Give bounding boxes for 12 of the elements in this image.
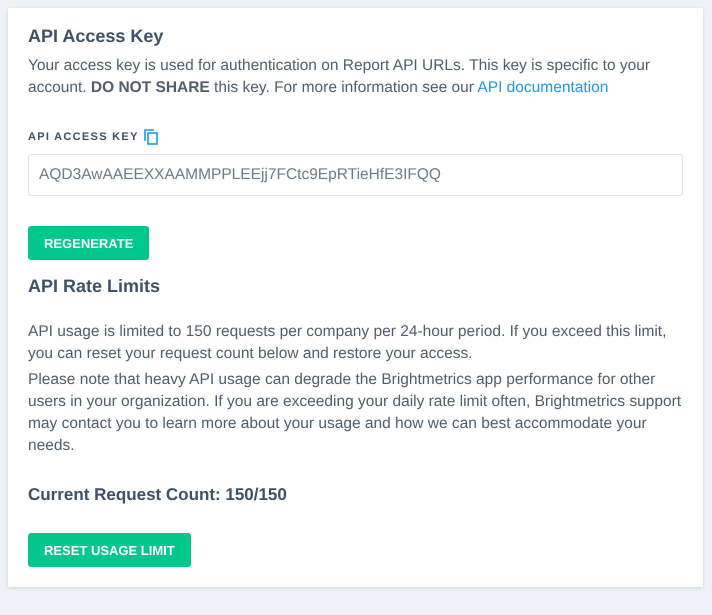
copy-icon[interactable] — [144, 129, 158, 145]
request-count: Current Request Count: 150/150 — [28, 485, 287, 505]
reset-button[interactable]: RESET USAGE LIMIT — [28, 533, 191, 567]
section-title: API Access Key — [28, 26, 164, 47]
section-title: API Rate Limits — [28, 276, 160, 297]
docs-link[interactable]: API documentation — [477, 79, 608, 96]
paragraph-text: API usage is limited to 150 requests per company per 24-hour period. If you exceed this limit, you can reset your request count below and restore your access. — [28, 322, 668, 364]
regenerate-button[interactable]: REGENERATE — [28, 226, 150, 260]
field-label: API ACCESS KEY — [28, 131, 139, 143]
description-text: Your access key is used for authentication on Report API URLs. This key is specific to your account. DO NOT SHARE this key. For more information see our API documentation — [28, 56, 652, 98]
paragraph-text: Please note that heavy API usage can degrade the Brightmetrics app performance for other users in your organization. If you are exceeding your daily rate limit often, Brightmetrics support may contact you to learn more about your usage and how we can best accommodate your needs. — [28, 370, 682, 456]
api-key-field[interactable]: AQD3AwAAEEXXAAMMPPLEEjj7FCtc9EpRTieHfE3IFQQ — [28, 154, 683, 196]
